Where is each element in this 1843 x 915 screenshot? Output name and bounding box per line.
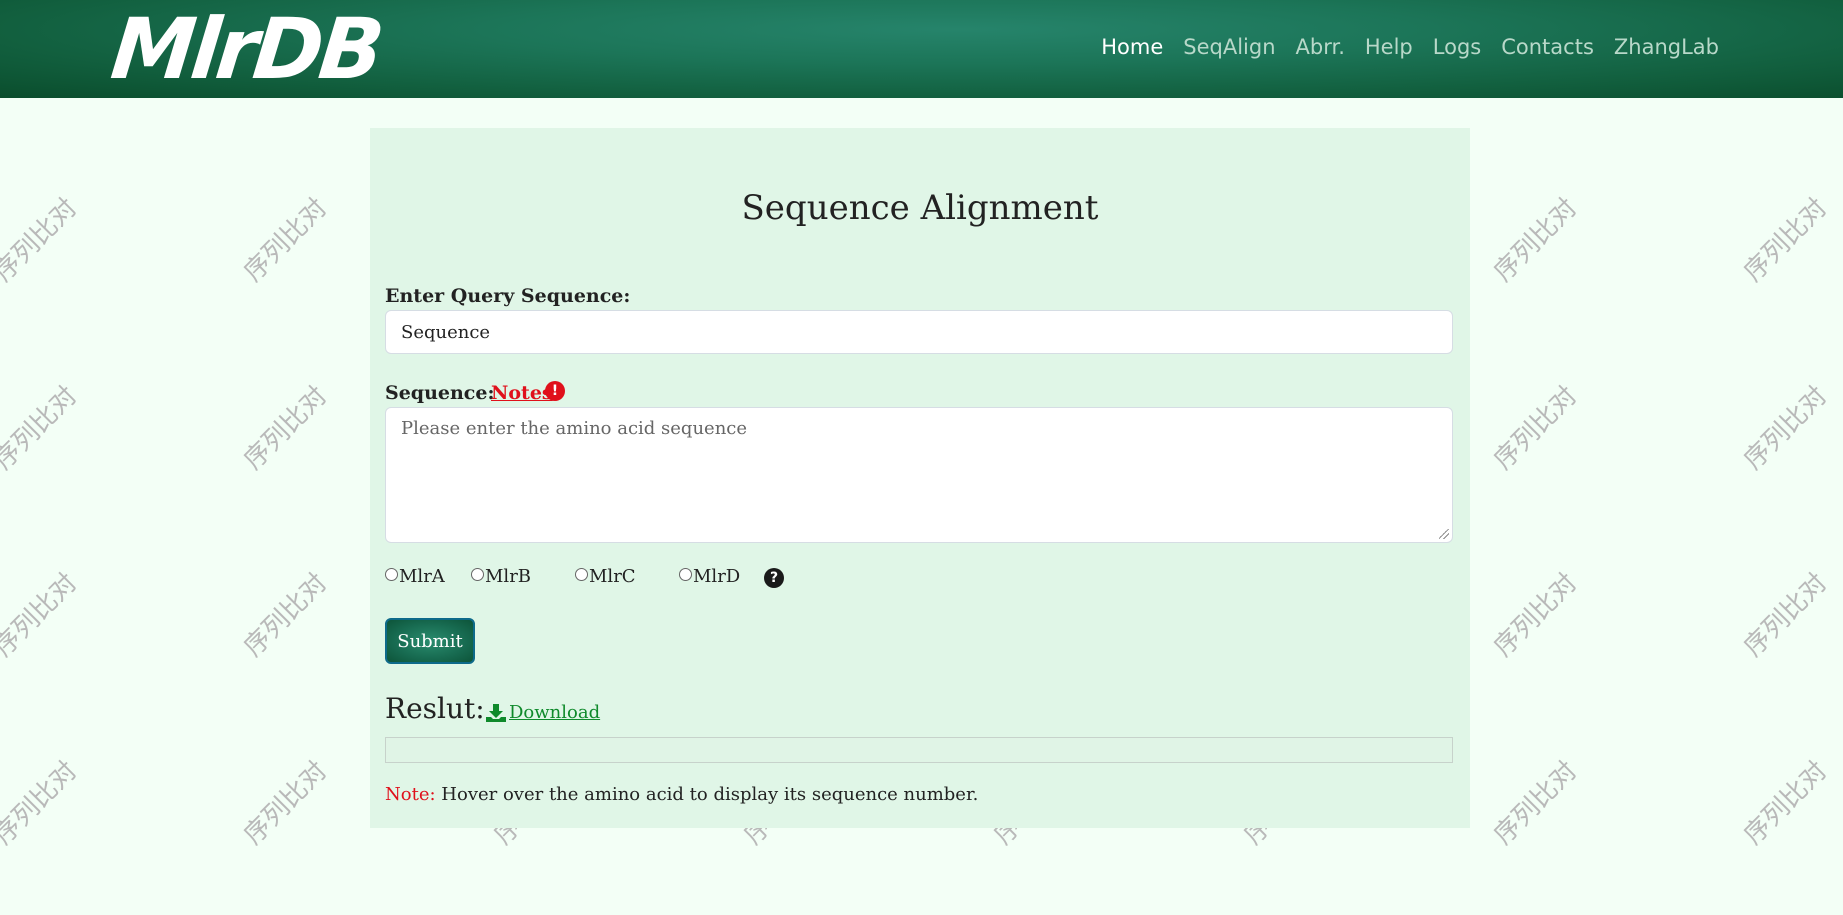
watermark: 序列比对	[0, 192, 84, 288]
watermark: 序列比对	[1738, 567, 1834, 663]
top-navbar: MlrDB Home SeqAlign Abrr. Help Logs Cont…	[0, 0, 1843, 98]
sequence-textarea[interactable]: Please enter the amino acid sequence	[385, 407, 1453, 543]
nav-link-zhanglab[interactable]: ZhangLab	[1614, 35, 1719, 59]
radio-mlra[interactable]: MlrA	[385, 566, 445, 587]
radio-label: MlrD	[693, 566, 741, 587]
sequence-placeholder: Please enter the amino acid sequence	[401, 418, 748, 439]
notes-link[interactable]: Notes	[491, 382, 553, 404]
nav-menu: Home SeqAlign Abrr. Help Logs Contacts Z…	[1081, 0, 1719, 94]
hover-note: Note: Hover over the amino acid to displ…	[385, 784, 978, 805]
result-heading: Reslut:	[385, 692, 485, 725]
nav-link-seqalign[interactable]: SeqAlign	[1183, 35, 1275, 59]
exclamation-circle-icon[interactable]: !	[545, 381, 565, 401]
query-input-value: Sequence	[401, 321, 491, 343]
nav-link-logs[interactable]: Logs	[1433, 35, 1481, 59]
radio-label: MlrC	[589, 566, 636, 587]
radio-mlrd[interactable]: MlrD	[679, 566, 740, 587]
nav-link-contacts[interactable]: Contacts	[1501, 35, 1594, 59]
download-icon	[486, 703, 506, 722]
submit-button[interactable]: Submit	[385, 618, 475, 664]
download-link[interactable]: Download	[485, 702, 600, 723]
radio-mlrb[interactable]: MlrB	[471, 566, 531, 587]
watermark: 序列比对	[238, 755, 334, 851]
resize-handle[interactable]	[1439, 529, 1449, 539]
nav-link-help[interactable]: Help	[1365, 35, 1413, 59]
watermark: 序列比对	[1738, 380, 1834, 476]
page-title: Sequence Alignment	[741, 188, 1099, 228]
watermark: 序列比对	[0, 567, 84, 663]
download-label: Download	[509, 702, 601, 723]
watermark: 序列比对	[1488, 567, 1584, 663]
nav-link-abrr[interactable]: Abrr.	[1296, 35, 1345, 59]
sequence-label: Sequence:	[385, 382, 495, 404]
watermark: 序列比对	[238, 380, 334, 476]
note-prefix: Note:	[385, 784, 436, 805]
radio-mlrc[interactable]: MlrC	[575, 566, 636, 587]
watermark: 序列比对	[1738, 755, 1834, 851]
radio-button[interactable]	[471, 568, 484, 581]
site-logo[interactable]: MlrDB	[107, 0, 385, 98]
watermark: 序列比对	[1488, 192, 1584, 288]
nav-link-home[interactable]: Home	[1101, 35, 1163, 59]
radio-button[interactable]	[575, 568, 588, 581]
watermark: 序列比对	[238, 567, 334, 663]
result-output-box	[385, 737, 1453, 763]
radio-button[interactable]	[385, 568, 398, 581]
watermark: 序列比对	[0, 380, 84, 476]
radio-button[interactable]	[679, 568, 692, 581]
alignment-panel: Sequence Alignment Enter Query Sequence:…	[370, 128, 1470, 828]
watermark: 序列比对	[1488, 755, 1584, 851]
watermark: 序列比对	[1738, 192, 1834, 288]
radio-label: MlrB	[485, 566, 532, 587]
radio-label: MlrA	[399, 566, 445, 587]
question-circle-icon[interactable]: ?	[764, 568, 784, 588]
watermark: 序列比对	[1488, 380, 1584, 476]
watermark: 序列比对	[238, 192, 334, 288]
watermark: 序列比对	[0, 755, 84, 851]
note-text: Hover over the amino acid to display its…	[441, 784, 979, 805]
query-label: Enter Query Sequence:	[385, 285, 631, 307]
query-sequence-input[interactable]: Sequence	[385, 310, 1453, 354]
